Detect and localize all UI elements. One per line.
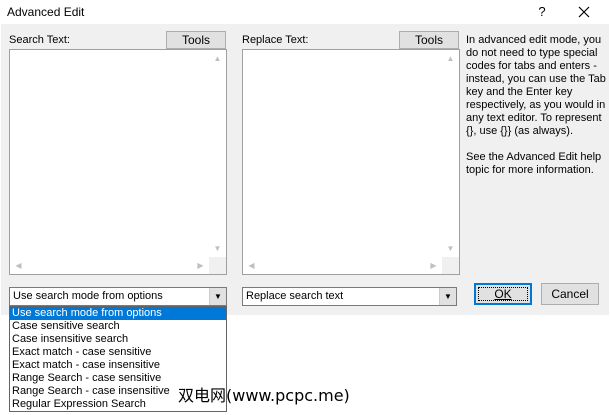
dropdown-option[interactable]: Use search mode from options — [10, 307, 226, 320]
replace-tools-button[interactable]: Tools — [399, 31, 459, 49]
replace-mode-value: Replace search text — [246, 290, 344, 302]
replace-mode-select[interactable]: Replace search text ▼ — [242, 287, 457, 306]
search-mode-value: Use search mode from options — [13, 290, 163, 302]
search-horizontal-scrollbar[interactable]: ◀ ▶ — [10, 257, 209, 274]
scroll-corner — [442, 257, 459, 274]
info-paragraph-2: See the Advanced Edit help topic for mor… — [466, 151, 602, 176]
chevron-down-icon[interactable]: ▼ — [439, 288, 456, 305]
scroll-up-icon[interactable]: ▲ — [442, 50, 459, 67]
search-mode-select[interactable]: Use search mode from options ▼ — [9, 287, 227, 306]
dropdown-option[interactable]: Case sensitive search — [10, 320, 226, 333]
close-button[interactable] — [574, 2, 594, 22]
close-icon — [578, 6, 590, 18]
info-paragraph-1: In advanced edit mode, you do not need t… — [466, 34, 606, 137]
chevron-down-icon[interactable]: ▼ — [209, 288, 226, 305]
scroll-left-icon[interactable]: ◀ — [10, 257, 27, 274]
dropdown-option[interactable]: Exact match - case insensitive — [10, 359, 226, 372]
search-text-label: Search Text: — [9, 34, 70, 46]
scroll-down-icon[interactable]: ▼ — [209, 240, 226, 257]
replace-horizontal-scrollbar[interactable]: ◀ ▶ — [243, 257, 442, 274]
info-text: In advanced edit mode, you do not need t… — [466, 34, 606, 190]
dropdown-option[interactable]: Case insensitive search — [10, 333, 226, 346]
ok-button[interactable]: OK — [474, 283, 532, 305]
scroll-left-icon[interactable]: ◀ — [243, 257, 260, 274]
replace-vertical-scrollbar[interactable]: ▲ ▼ — [442, 50, 459, 257]
dropdown-option[interactable]: Exact match - case sensitive — [10, 346, 226, 359]
scroll-corner — [209, 257, 226, 274]
help-button[interactable]: ? — [534, 4, 550, 20]
cancel-button-label: Cancel — [551, 287, 589, 301]
scroll-right-icon[interactable]: ▶ — [425, 257, 442, 274]
window-title: Advanced Edit — [7, 5, 85, 19]
focus-indicator — [478, 287, 528, 301]
title-bar: Advanced Edit ? — [0, 0, 610, 24]
scroll-up-icon[interactable]: ▲ — [209, 50, 226, 67]
cancel-button[interactable]: Cancel — [541, 283, 599, 305]
search-tools-button[interactable]: Tools — [166, 31, 226, 49]
watermark-text: 双电网(www.pcpc.me) — [178, 386, 350, 405]
scroll-right-icon[interactable]: ▶ — [192, 257, 209, 274]
search-text-area[interactable]: ▲ ▼ ◀ ▶ — [9, 49, 227, 275]
replace-text-label: Replace Text: — [242, 34, 309, 46]
replace-text-area[interactable]: ▲ ▼ ◀ ▶ — [242, 49, 460, 275]
scroll-down-icon[interactable]: ▼ — [442, 240, 459, 257]
search-vertical-scrollbar[interactable]: ▲ ▼ — [209, 50, 226, 257]
